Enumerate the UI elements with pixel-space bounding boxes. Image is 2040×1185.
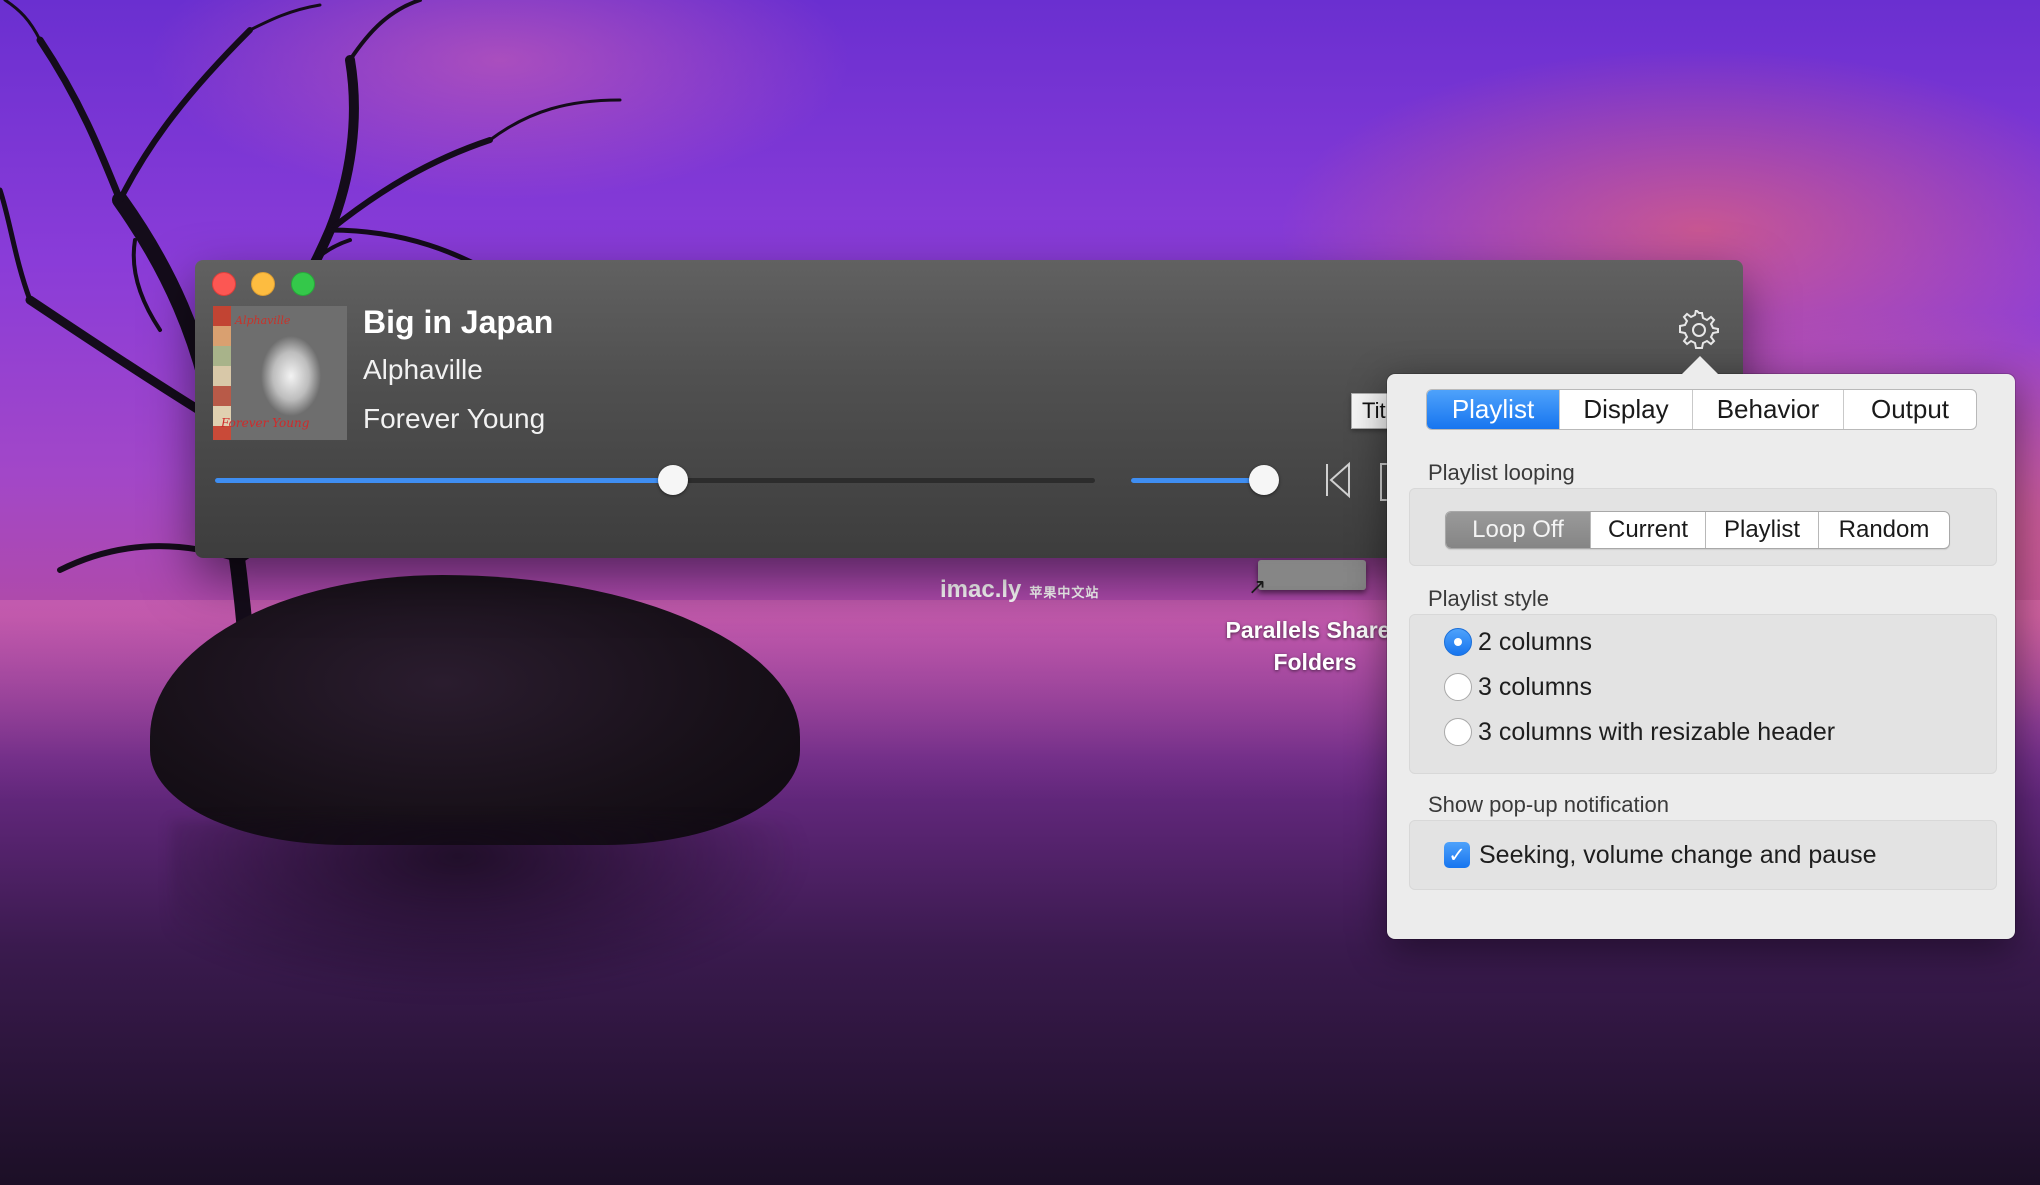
style-option-3-columns[interactable]: 3 columns: [1444, 670, 1592, 704]
album-art-text-top: Alphaville: [235, 314, 291, 327]
seek-slider[interactable]: [215, 465, 1095, 495]
minimize-icon[interactable]: [251, 272, 275, 296]
style-option-label: 3 columns with resizable header: [1478, 717, 1836, 746]
volume-slider-knob[interactable]: [1249, 465, 1279, 495]
maximize-icon[interactable]: [291, 272, 315, 296]
loop-off-option[interactable]: Loop Off: [1446, 512, 1590, 548]
style-section-title: Playlist style: [1428, 586, 1550, 611]
wallpaper-rock-reflection: [170, 820, 810, 1000]
radio-3-columns[interactable]: [1444, 673, 1472, 701]
notification-option-label: Seeking, volume change and pause: [1479, 840, 1877, 869]
tab-display[interactable]: Display: [1559, 390, 1692, 429]
notification-option[interactable]: ✓ Seeking, volume change and pause: [1444, 838, 1877, 872]
style-option-2-columns[interactable]: 2 columns: [1444, 625, 1592, 659]
watermark-subtext: 苹果中文站: [1029, 585, 1100, 600]
style-option-3-columns-resizable[interactable]: 3 columns with resizable header: [1444, 715, 1835, 749]
loop-current-option[interactable]: Current: [1590, 512, 1705, 548]
notification-section-title: Show pop-up notification: [1428, 792, 1669, 817]
settings-tabs: Playlist Display Behavior Output: [1426, 389, 1977, 430]
tab-output[interactable]: Output: [1843, 390, 1976, 429]
album-art: Alphaville Forever Young: [213, 306, 347, 440]
gear-icon[interactable]: [1679, 310, 1719, 350]
close-icon[interactable]: [212, 272, 236, 296]
looping-segmented-control: Loop Off Current Playlist Random: [1445, 511, 1950, 549]
track-album: Forever Young: [363, 403, 546, 434]
popover-arrow: [1682, 356, 1718, 374]
volume-slider-fill: [1131, 478, 1264, 483]
notification-group: ✓ Seeking, volume change and pause: [1409, 820, 1997, 890]
loop-playlist-option[interactable]: Playlist: [1705, 512, 1818, 548]
watermark: imac.ly 苹果中文站: [940, 576, 1099, 604]
watermark-text: imac.ly: [940, 576, 1022, 603]
looping-section-title: Playlist looping: [1428, 460, 1575, 485]
previous-track-icon[interactable]: [1323, 460, 1353, 500]
seek-slider-knob[interactable]: [658, 465, 688, 495]
settings-popover: Playlist Display Behavior Output Playlis…: [1387, 356, 2015, 939]
radio-3-columns-resizable[interactable]: [1444, 718, 1472, 746]
looping-group: Loop Off Current Playlist Random: [1409, 488, 1997, 566]
tab-behavior[interactable]: Behavior: [1692, 390, 1843, 429]
volume-slider[interactable]: [1131, 465, 1279, 495]
track-artist: Alphaville: [363, 354, 483, 385]
track-title: Big in Japan: [363, 304, 554, 340]
seek-slider-fill: [215, 478, 673, 483]
radio-2-columns[interactable]: [1444, 628, 1472, 656]
style-group: 2 columns 3 columns 3 columns with resiz…: [1409, 614, 1997, 774]
style-option-label: 2 columns: [1478, 627, 1592, 656]
drive-icon[interactable]: [1258, 560, 1366, 590]
tab-playlist[interactable]: Playlist: [1427, 390, 1559, 429]
alias-arrow-icon: ↗: [1248, 574, 1267, 599]
checkmark-icon[interactable]: ✓: [1444, 842, 1470, 868]
loop-random-option[interactable]: Random: [1818, 512, 1949, 548]
style-option-label: 3 columns: [1478, 672, 1592, 701]
album-art-text-bottom: Forever Young: [221, 416, 310, 430]
